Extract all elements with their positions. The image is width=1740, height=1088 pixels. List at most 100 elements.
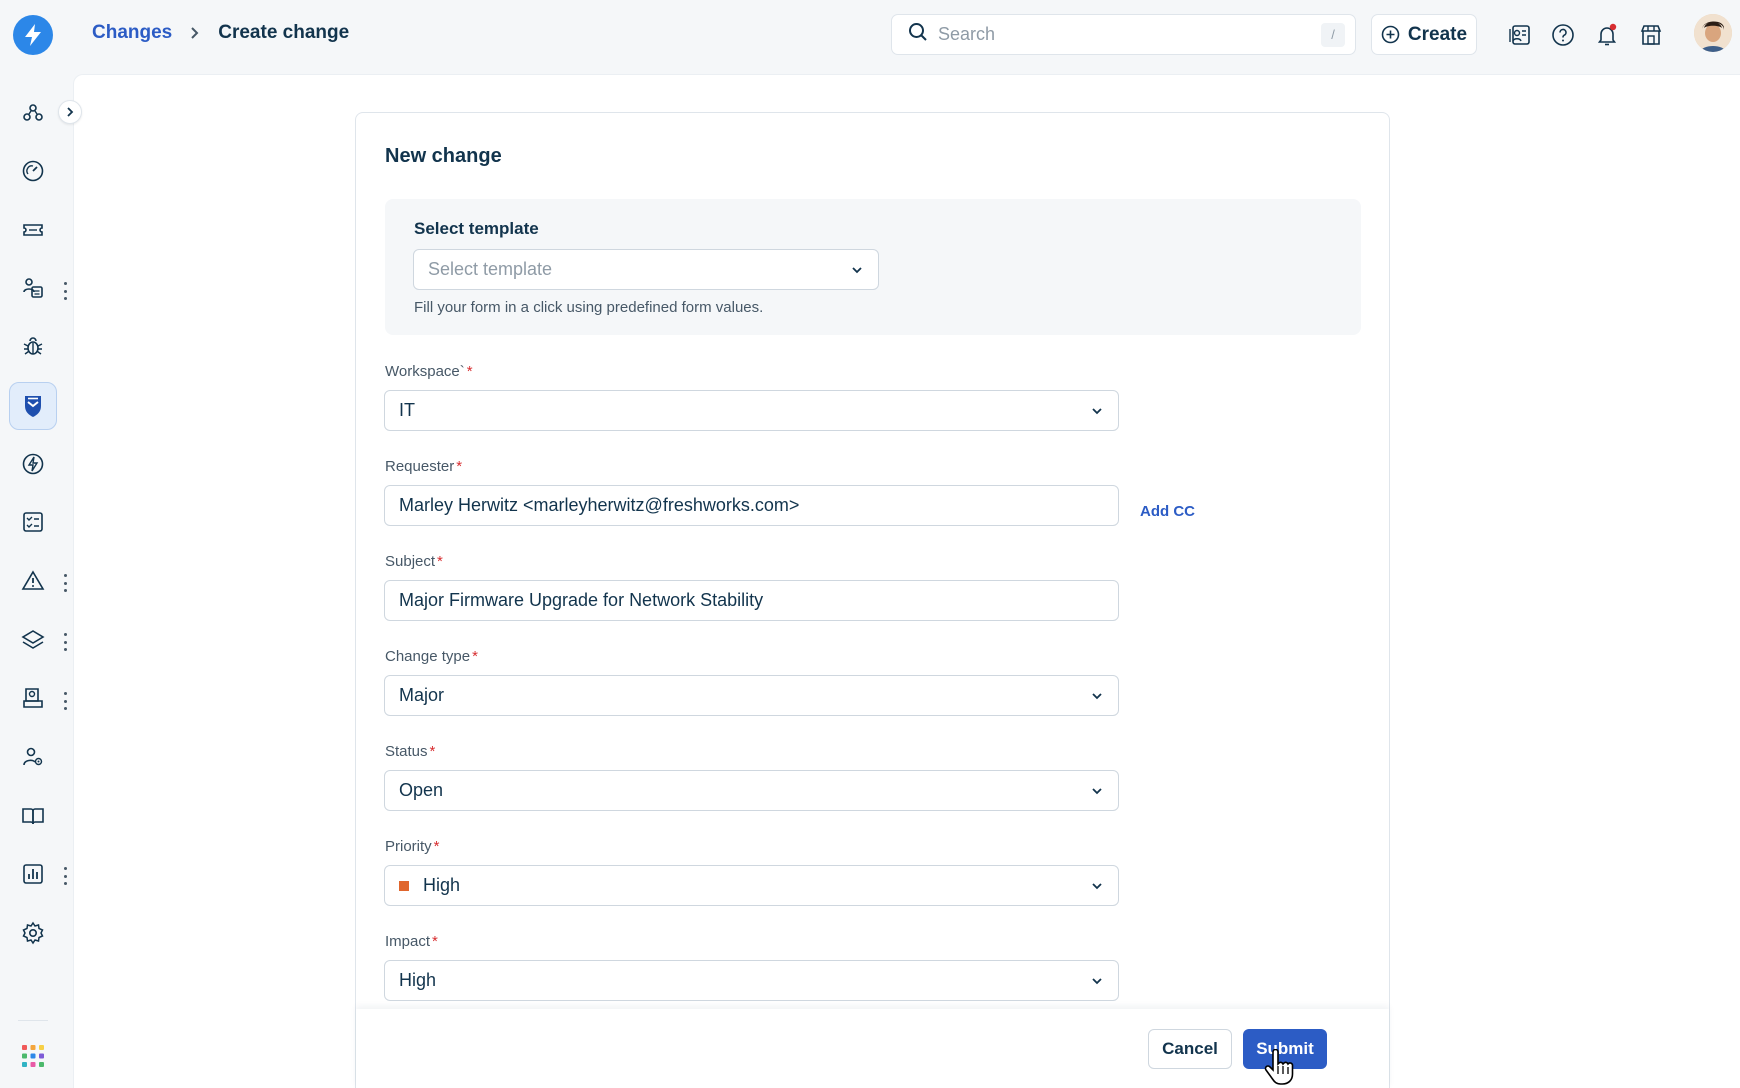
required-asterisk: * (466, 363, 473, 380)
requester-label-text: Requester (385, 458, 455, 475)
priority-select[interactable]: High (384, 865, 1119, 906)
required-asterisk: * (433, 838, 440, 855)
sidebar-item-assets[interactable] (9, 264, 57, 312)
chevron-down-icon (1092, 787, 1102, 794)
breadcrumb-changes-link[interactable]: Changes (92, 22, 172, 44)
search-icon (908, 22, 928, 47)
form-footer: Cancel Submit (356, 1009, 1389, 1088)
change-type-label-text: Change type (385, 648, 471, 665)
chevron-down-icon (852, 266, 862, 273)
add-cc-link[interactable]: Add CC (1140, 503, 1195, 520)
create-button[interactable]: Create (1371, 14, 1477, 55)
sidebar-item-analytics[interactable] (9, 850, 57, 898)
sidebar-item-solutions[interactable] (9, 792, 57, 840)
chevron-down-icon (1092, 882, 1102, 889)
contracts-icon (23, 688, 43, 708)
cancel-button[interactable]: Cancel (1148, 1029, 1232, 1069)
sidebar-item-changes[interactable] (9, 382, 57, 430)
sidebar-item-tickets[interactable] (9, 206, 57, 254)
app-switcher[interactable] (9, 1032, 57, 1080)
sidebar-item-settings[interactable] (9, 909, 57, 957)
sidebar-item-dashboard[interactable] (9, 147, 57, 195)
requester-field[interactable]: Marley Herwitz <marleyherwitz@freshworks… (384, 485, 1119, 526)
workspace-label: Workspace` * (385, 363, 473, 380)
breadcrumb: Changes Create change (92, 22, 349, 44)
workspace-select[interactable]: IT (384, 390, 1119, 431)
layers-icon (21, 630, 45, 649)
warning-icon (21, 570, 45, 590)
subject-field[interactable]: Major Firmware Upgrade for Network Stabi… (384, 580, 1119, 621)
assets-menu-dots-icon[interactable] (60, 282, 70, 300)
bug-icon (23, 337, 43, 355)
analytics-menu-dots-icon[interactable] (60, 867, 70, 885)
expand-sidebar-button[interactable] (58, 100, 82, 124)
sidebar-item-contracts[interactable] (9, 674, 57, 722)
form-title: New change (385, 145, 502, 167)
marketplace-icon[interactable] (1638, 22, 1664, 48)
changes-shield-icon (25, 396, 41, 417)
priority-color-indicator (399, 880, 409, 891)
top-bar: Changes Create change Search / Create (0, 0, 1740, 70)
template-section: Select template Select template Fill you… (385, 199, 1361, 335)
create-button-label: Create (1407, 23, 1468, 45)
sidebar-item-alerts[interactable] (9, 557, 57, 605)
sidebar-item-admin-users[interactable] (9, 733, 57, 781)
sidebar-item-projects[interactable] (9, 616, 57, 664)
tasks-icon (23, 512, 43, 532)
impact-value: High (399, 970, 437, 990)
gear-icon (22, 921, 44, 945)
change-type-value: Major (399, 685, 445, 705)
status-label: Status * (385, 743, 435, 760)
required-asterisk: * (472, 648, 478, 665)
app-logo-icon[interactable] (13, 15, 53, 55)
status-label-text: Status (385, 743, 428, 760)
change-type-label: Change type * (385, 648, 478, 665)
status-select[interactable]: Open (384, 770, 1119, 811)
notifications-icon[interactable] (1594, 22, 1620, 48)
dashboard-icon (22, 160, 44, 182)
search-input[interactable]: Search / (891, 14, 1356, 55)
releases-icon (22, 453, 44, 475)
breadcrumb-current: Create change (218, 22, 350, 43)
alerts-menu-dots-icon[interactable] (60, 574, 70, 592)
submit-button[interactable]: Submit (1243, 1029, 1327, 1069)
requester-label: Requester * (385, 458, 462, 475)
requester-value: Marley Herwitz <marleyherwitz@freshworks… (399, 495, 800, 515)
analytics-icon (23, 864, 43, 884)
change-type-select[interactable]: Major (384, 675, 1119, 716)
sidebar-divider (18, 1020, 48, 1021)
sidebar-item-tasks[interactable] (9, 498, 57, 546)
chevron-down-icon (1092, 692, 1102, 699)
help-icon[interactable] (1550, 22, 1576, 48)
user-avatar[interactable] (1694, 14, 1732, 52)
plus-circle-icon (1381, 25, 1400, 44)
template-label: Select template (414, 219, 539, 238)
chevron-down-icon (1092, 977, 1102, 984)
template-select[interactable]: Select template (413, 249, 879, 290)
agents-icon (23, 104, 43, 121)
chevron-down-icon (1092, 407, 1102, 414)
contracts-menu-dots-icon[interactable] (60, 692, 70, 710)
workspace-value: IT (399, 400, 415, 420)
required-asterisk: * (456, 458, 463, 475)
user-settings-icon (23, 747, 43, 766)
chevron-right-icon (67, 107, 74, 117)
sidebar-item-problems[interactable] (9, 322, 57, 370)
status-value: Open (399, 780, 444, 800)
priority-label: Priority * (385, 838, 440, 855)
impact-select[interactable]: High (384, 960, 1119, 1001)
priority-value: High (423, 875, 461, 895)
sidebar-item-releases[interactable] (9, 440, 57, 488)
projects-menu-dots-icon[interactable] (60, 633, 70, 651)
sidebar (0, 70, 73, 1088)
search-shortcut-badge: / (1321, 22, 1345, 47)
contacts-icon[interactable] (1506, 22, 1532, 48)
search-placeholder: Search (938, 24, 996, 44)
subject-label-text: Subject (385, 553, 436, 570)
subject-value: Major Firmware Upgrade for Network Stabi… (399, 590, 764, 610)
book-icon (22, 808, 44, 825)
assets-icon (23, 278, 43, 298)
sidebar-item-agents[interactable] (9, 89, 57, 137)
tickets-icon (23, 224, 43, 236)
template-hint: Fill your form in a click using predefin… (414, 299, 764, 316)
